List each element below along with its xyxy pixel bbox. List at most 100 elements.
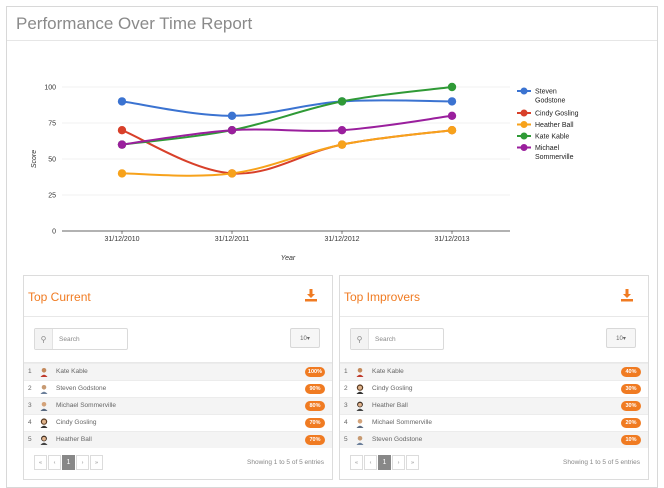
data-point	[227, 169, 237, 178]
top-improvers-title: Top Improvers	[344, 290, 421, 304]
page-1-button[interactable]: 1	[378, 455, 391, 470]
score-badge: 40%	[621, 367, 641, 377]
first-page-button[interactable]: «	[34, 455, 47, 470]
rank-cell: 5	[344, 436, 348, 443]
top-current-title: Top Current	[28, 290, 91, 304]
legend-label: Kate Kable	[535, 134, 569, 141]
data-point	[447, 126, 457, 135]
last-page-button[interactable]: »	[90, 455, 103, 470]
table-row[interactable]: 5 Heather Ball 70%	[24, 431, 332, 448]
data-point	[447, 82, 457, 92]
legend-label: Michael Sommerville	[535, 145, 574, 161]
page-size-select[interactable]: 10▾	[290, 328, 320, 348]
x-axis-ticks: 31/12/2010 31/12/2011 31/12/2012 31/12/2013	[104, 231, 470, 243]
rank-cell: 1	[344, 368, 348, 375]
avatar-icon	[40, 418, 48, 428]
rank-cell: 2	[344, 385, 348, 392]
table-row[interactable]: 3 Michael Sommerville 80%	[24, 397, 332, 414]
y-axis-ticks: 0 25 50 75 100	[44, 85, 56, 236]
avatar-icon	[356, 368, 364, 377]
data-point	[227, 126, 237, 135]
rank-cell: 3	[344, 402, 348, 409]
next-page-button[interactable]: ›	[76, 455, 89, 470]
series-lines	[121, 86, 453, 177]
name-cell[interactable]: Cindy Gosling	[372, 385, 412, 392]
x-tick-label: 31/12/2013	[434, 236, 469, 243]
next-page-button[interactable]: ›	[392, 455, 405, 470]
score-badge: 100%	[304, 367, 325, 377]
data-point	[117, 126, 127, 135]
score-badge: 90%	[305, 384, 325, 394]
y-tick-label: 50	[48, 157, 56, 164]
name-cell[interactable]: Michael Sommerville	[372, 419, 432, 426]
y-tick-label: 25	[48, 193, 56, 200]
panel-divider	[340, 316, 648, 317]
table-row[interactable]: 1 Kate Kable 40%	[340, 363, 648, 380]
data-point	[117, 169, 127, 178]
prev-page-button[interactable]: ‹	[48, 455, 61, 470]
table-row[interactable]: 4 Michael Sommerville 20%	[340, 414, 648, 431]
chart-legend: Steven Godstone Cindy Gosling Heather Ball K…	[517, 87, 579, 161]
page-size-select[interactable]: 10▾	[606, 328, 636, 348]
avatar-icon	[40, 368, 48, 377]
y-tick-label: 0	[52, 229, 56, 236]
entries-info: Showing 1 to 5 of 5 entries	[563, 459, 640, 466]
search-input[interactable]	[53, 330, 123, 348]
table-row[interactable]: 5 Steven Godstone 10%	[340, 431, 648, 448]
table-row[interactable]: 2 Steven Godstone 90%	[24, 380, 332, 397]
search-icon: ⚲	[351, 329, 369, 349]
name-cell[interactable]: Kate Kable	[372, 368, 404, 375]
top-improvers-panel: Top Improvers ⚲ 10▾ 1 Kate Kable 40% 2 C…	[339, 275, 649, 480]
score-badge: 80%	[305, 401, 325, 411]
search-icon: ⚲	[35, 329, 53, 349]
rank-cell: 1	[28, 368, 32, 375]
legend-swatch-dot	[520, 144, 528, 151]
table-row[interactable]: 3 Heather Ball 30%	[340, 397, 648, 414]
rank-cell: 2	[28, 385, 32, 392]
rank-cell: 4	[344, 419, 348, 426]
top-improvers-table: 1 Kate Kable 40% 2 Cindy Gosling 30% 3 H…	[340, 363, 648, 448]
first-page-button[interactable]: «	[350, 455, 363, 470]
pagination: « ‹ 1 › »	[34, 455, 104, 470]
name-cell[interactable]: Steven Godstone	[372, 436, 422, 443]
name-cell[interactable]: Heather Ball	[372, 402, 408, 409]
search-field[interactable]: ⚲	[350, 328, 444, 350]
performance-line-chart: 0255075100 31/12/2010 31/12/2011 31/12/201…	[31, 82, 579, 262]
page-1-button[interactable]: 1	[62, 455, 75, 470]
search-input[interactable]	[369, 330, 439, 348]
name-cell[interactable]: Heather Ball	[56, 436, 92, 443]
panel-divider	[24, 316, 332, 317]
entries-info: Showing 1 to 5 of 5 entries	[247, 459, 324, 466]
avatar-icon	[356, 384, 364, 394]
y-tick-label: 100	[44, 85, 56, 92]
name-cell[interactable]: Kate Kable	[56, 368, 88, 375]
search-field[interactable]: ⚲	[34, 328, 128, 350]
avatar-icon	[40, 435, 48, 445]
prev-page-button[interactable]: ‹	[364, 455, 377, 470]
data-point	[337, 126, 347, 135]
top-current-table: 1 Kate Kable 100% 2 Steven Godstone 90% …	[24, 363, 332, 448]
table-row[interactable]: 1 Kate Kable 100%	[24, 363, 332, 380]
score-badge: 70%	[305, 418, 325, 428]
series-line	[121, 99, 453, 117]
legend-swatch-dot	[520, 121, 528, 128]
name-cell[interactable]: Cindy Gosling	[56, 419, 96, 426]
name-cell[interactable]: Michael Sommerville	[56, 402, 116, 409]
data-point	[447, 97, 457, 106]
legend-swatch-dot	[520, 87, 528, 95]
download-icon[interactable]	[304, 288, 318, 302]
table-row[interactable]: 2 Cindy Gosling 30%	[340, 380, 648, 397]
score-badge: 10%	[621, 435, 641, 445]
download-icon[interactable]	[620, 288, 634, 302]
legend-label: Heather Ball	[535, 122, 574, 129]
rank-cell: 5	[28, 436, 32, 443]
legend-swatch-dot	[520, 109, 528, 117]
x-tick-label: 31/12/2010	[104, 236, 139, 243]
last-page-button[interactable]: »	[406, 455, 419, 470]
score-badge: 30%	[621, 384, 641, 394]
data-point	[447, 111, 457, 121]
avatar-icon	[356, 436, 364, 445]
table-row[interactable]: 4 Cindy Gosling 70%	[24, 414, 332, 431]
name-cell[interactable]: Steven Godstone	[56, 385, 106, 392]
data-point	[117, 140, 127, 149]
